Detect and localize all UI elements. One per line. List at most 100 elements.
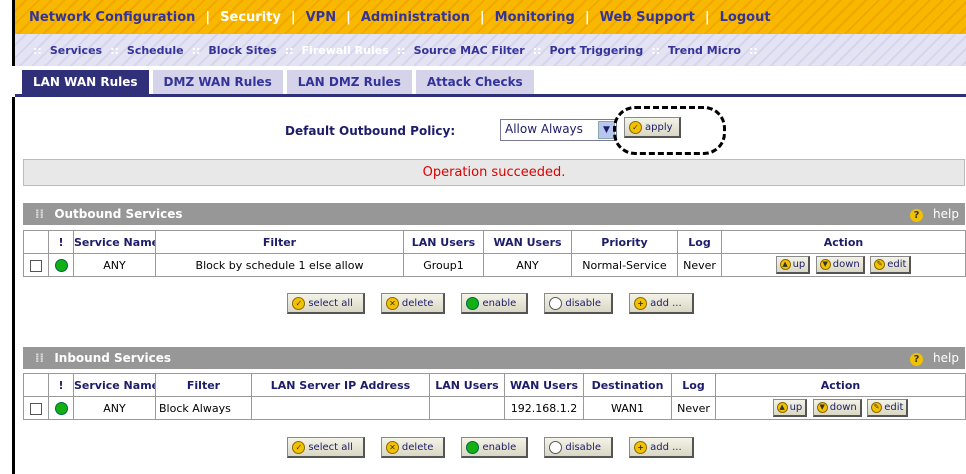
column-header-destination: Destination [583,373,672,397]
tab-lan-wan-rules[interactable]: LAN WAN Rules [21,69,150,94]
empty-circle-icon [549,440,563,454]
subnav-services[interactable]: Services [50,44,102,57]
column-header-checkbox [23,230,49,254]
enable-label: enable [482,297,517,309]
cell-lan-users: Group1 [403,253,484,277]
inbound-services-table: ! Service Name Filter LAN Server IP Addr… [23,373,966,420]
column-header-wan-users: WAN Users [483,230,572,254]
add-button[interactable]: + add ... [629,437,694,458]
default-outbound-policy-select[interactable]: Allow Always ▼ [500,119,617,141]
delete-button[interactable]: ✕ delete [380,293,446,314]
down-label: down [829,402,857,413]
nav-administration[interactable]: Administration [361,10,470,25]
enable-button[interactable]: enable [461,293,529,314]
row-status-cell [48,253,74,277]
up-button[interactable]: ▲ up [775,256,811,274]
column-header-action: Action [721,230,966,254]
arrow-down-icon: ▼ [819,259,831,270]
select-all-label: select all [308,441,353,453]
tab-attack-checks[interactable]: Attack Checks [414,69,535,94]
row-select-cell [23,253,49,277]
outbound-bulk-actions: ✓ select all ✕ delete enable disable + add … [15,293,966,314]
cell-wan-users: 192.168.1.2 [504,396,584,420]
subnav-port-triggering[interactable]: Port Triggering [550,44,644,57]
up-label: up [792,259,806,270]
edit-label: edit [884,402,904,413]
cell-service-name: ANY [73,396,156,420]
column-header-lan-users: LAN Users [403,230,484,254]
subnav-block-sites[interactable]: Block Sites [208,44,276,57]
apply-label: apply [645,121,673,133]
cell-log: Never [671,396,716,420]
disable-button[interactable]: disable [544,437,614,458]
nav-logout[interactable]: Logout [720,10,771,25]
apply-button[interactable]: ✓ apply [624,117,681,138]
enable-button[interactable]: enable [461,437,529,458]
edit-label: edit [887,259,907,270]
nav-separator: | [584,9,590,25]
down-button[interactable]: ▼ down [812,399,862,417]
cell-filter: Block Always [155,396,252,420]
column-header-service-name: Service Name [73,373,156,397]
column-header-log: Log [677,230,722,254]
delete-label: delete [401,441,434,453]
select-all-button[interactable]: ✓ select all [287,293,365,314]
column-header-service-name: Service Name [73,230,156,254]
plus-icon: + [634,440,648,454]
edit-button[interactable]: ✎ edit [867,399,909,417]
subnav-source-mac-filter[interactable]: Source MAC Filter [414,44,525,57]
cell-log: Never [677,253,722,277]
cell-destination: WAN1 [583,396,672,420]
outbound-help-link[interactable]: ? help [910,203,959,225]
nav-web-support[interactable]: Web Support [600,10,695,25]
default-policy-section: Default Outbound Policy: Allow Always ▼ … [15,97,966,159]
select-all-button[interactable]: ✓ select all [287,437,365,458]
cell-lan-users [429,396,505,420]
outbound-services-header: ⁞⁞ Outbound Services ? help [23,203,965,225]
down-label: down [832,259,860,270]
edit-button[interactable]: ✎ edit [870,256,912,274]
pencil-icon: ✎ [874,259,886,270]
subnav-trend-micro[interactable]: Trend Micro [668,44,741,57]
inbound-help-link[interactable]: ? help [910,347,959,369]
nav-separator: | [346,9,351,25]
arrow-up-icon: ▲ [779,259,791,270]
cell-action: ▲ up ▼ down ✎ edit [721,253,966,277]
add-label: add ... [650,441,682,453]
outbound-help-label: help [933,207,959,221]
pencil-icon: ✎ [871,402,883,413]
main-content: Default Outbound Policy: Allow Always ▼ … [12,97,966,474]
tab-lan-dmz-rules[interactable]: LAN DMZ Rules [285,69,413,94]
subnav-schedule[interactable]: Schedule [127,44,184,57]
green-dot-icon [466,440,480,454]
close-icon: ✕ [385,440,399,454]
subnav-separator: :: [396,43,406,57]
nav-monitoring[interactable]: Monitoring [495,10,575,25]
add-button[interactable]: + add ... [629,293,694,314]
disable-button[interactable]: disable [544,293,614,314]
empty-circle-icon [549,296,563,310]
sub-nav: :: Services :: Schedule :: Block Sites :… [12,34,966,66]
nav-vpn[interactable]: VPN [306,10,336,25]
nav-network-configuration[interactable]: Network Configuration [29,10,195,25]
cell-action: ▲ up ▼ down ✎ edit [715,396,966,420]
table-row: ANY Block by schedule 1 else allow Group… [23,253,966,277]
row-checkbox[interactable] [30,402,42,415]
up-button[interactable]: ▲ up [772,399,808,417]
cell-filter: Block by schedule 1 else allow [155,253,404,277]
nav-separator: | [290,9,296,25]
policy-selected-value: Allow Always [505,122,583,136]
tab-dmz-wan-rules[interactable]: DMZ WAN Rules [151,69,284,94]
delete-button[interactable]: ✕ delete [380,437,446,458]
nav-separator: | [205,9,211,25]
row-checkbox[interactable] [30,259,42,272]
down-button[interactable]: ▼ down [815,256,865,274]
status-enabled-icon [54,401,68,415]
subnav-firewall-rules[interactable]: Firewall Rules [302,44,389,57]
status-enabled-icon [54,258,68,272]
nav-security[interactable]: Security [220,10,281,25]
disable-label: disable [565,297,602,309]
up-label: up [789,402,803,413]
nav-separator: | [704,9,710,25]
subnav-separator: :: [191,43,201,57]
